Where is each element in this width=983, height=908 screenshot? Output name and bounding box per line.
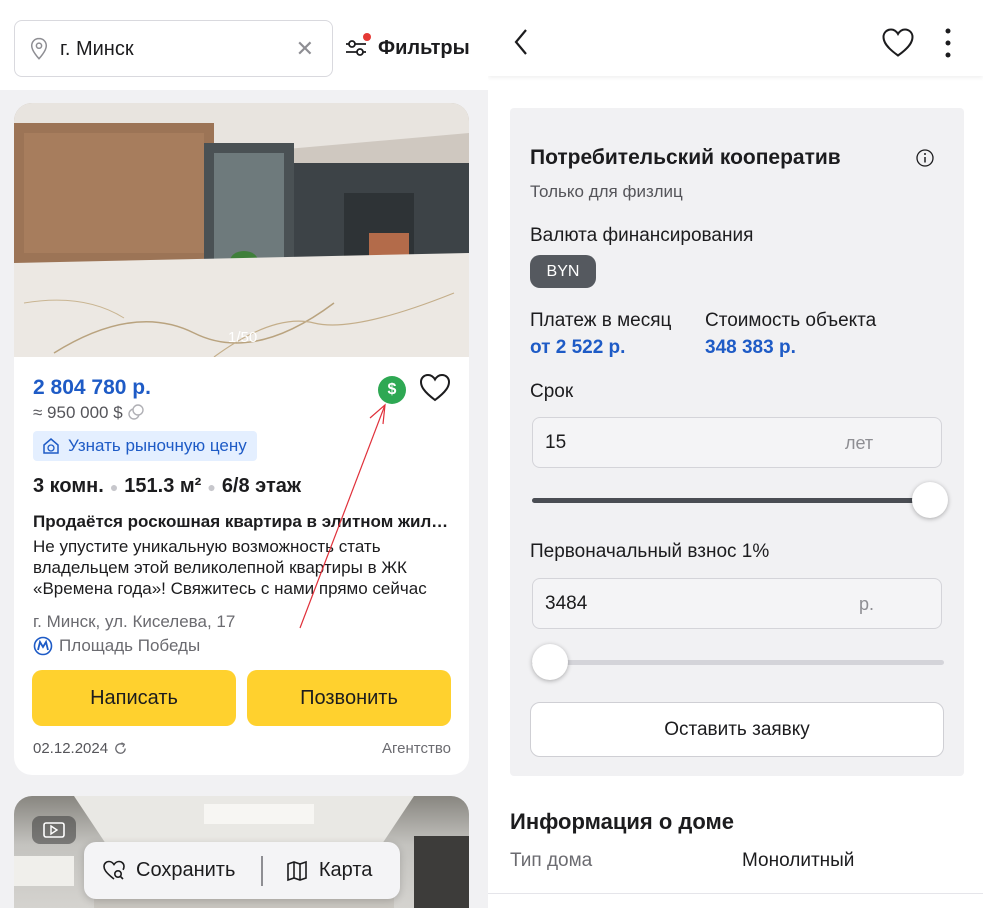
metro-station: Площадь Победы [33, 636, 200, 656]
currency-chip[interactable]: BYN [530, 255, 596, 288]
financing-panel: Потребительский кооператив Только для фи… [510, 108, 964, 776]
term-slider-thumb[interactable] [912, 482, 948, 518]
heart-search-icon [103, 860, 125, 880]
submit-application-button[interactable]: Оставить заявку [530, 702, 944, 757]
term-label: Срок [530, 381, 574, 402]
filters-label: Фильтры [378, 36, 470, 59]
metro-icon [33, 636, 53, 656]
map-label: Карта [318, 859, 373, 881]
down-payment-label: Первоначальный взнос 1% [530, 541, 770, 562]
listing-date: 02.12.2024 [33, 740, 128, 757]
photo-counter: 1/50 [228, 329, 258, 346]
listing-price-usd: ≈ 950 000 $ [33, 403, 145, 423]
listing-photo[interactable]: 1/50 [14, 103, 469, 357]
term-unit: лет [845, 433, 874, 453]
down-payment-slider[interactable] [532, 644, 944, 680]
divider [261, 855, 263, 886]
listing-price: 2 804 780 р. [33, 376, 151, 399]
divider [488, 893, 983, 894]
house-price-icon [43, 438, 59, 454]
area: 151.3 м² [124, 475, 202, 497]
search-bar-area: г. Минск ✕ Фильтры [0, 0, 488, 90]
currency-coins-icon[interactable] [127, 403, 145, 421]
object-cost-label: Стоимость объекта [705, 310, 877, 331]
down-payment-input[interactable]: 3484 р. [532, 578, 942, 629]
write-button[interactable]: Написать [32, 670, 236, 726]
map-button[interactable]: Карта [285, 859, 373, 883]
monthly-payment-label: Платеж в месяц [530, 310, 672, 331]
video-badge-icon [32, 816, 76, 844]
listing-address: г. Минск, ул. Киселева, 17 [33, 612, 236, 631]
save-label: Сохранить [136, 859, 236, 881]
house-type-value: Монолитный [742, 850, 855, 871]
listing-params: 3 комн. ● 151.3 м² ● 6/8 этаж [33, 475, 302, 497]
filters-icon [344, 33, 371, 60]
down-payment-unit: р. [859, 594, 875, 614]
listing-description: Не упустите уникальную возможность стать… [33, 537, 427, 598]
house-info-heading: Информация о доме [510, 809, 735, 834]
term-value: 15 [545, 432, 567, 453]
listing-card[interactable]: 1/50 2 804 780 р. ≈ 950 000 $ $ Узнать р… [14, 103, 469, 775]
back-arrow-icon[interactable] [510, 26, 534, 58]
market-price-button[interactable]: Узнать рыночную цену [33, 431, 257, 461]
listing-pane: г. Минск ✕ Фильтры 1/50 2 804 780 р. ≈ 9… [0, 0, 488, 908]
dollar-badge-icon[interactable]: $ [378, 376, 406, 404]
refresh-icon [115, 742, 126, 754]
favorite-heart-icon[interactable] [419, 373, 451, 403]
currency-label: Валюта финансирования [530, 225, 754, 246]
location-search-field[interactable]: г. Минск ✕ [14, 20, 333, 77]
listing-title: Продаётся роскошная квартира в элитном ж… [33, 512, 458, 531]
apartment-interior-image [14, 103, 469, 357]
filters-active-dot [363, 33, 371, 41]
map-icon [287, 860, 307, 881]
search-city-value: г. Минск [60, 38, 134, 60]
down-payment-value: 3484 [545, 593, 588, 614]
down-payment-slider-thumb[interactable] [532, 644, 568, 680]
filters-button[interactable]: Фильтры [344, 33, 470, 63]
term-input[interactable]: 15 лет [532, 417, 942, 468]
seller-type: Агентство [382, 740, 451, 757]
bottom-actions-bar: Сохранить Карта [84, 842, 400, 899]
info-icon[interactable] [915, 148, 935, 168]
metro-station-name: Площадь Победы [59, 636, 201, 655]
object-cost-value: 348 383 р. [705, 337, 796, 358]
save-search-button[interactable]: Сохранить [102, 859, 235, 883]
listing-date-value: 02.12.2024 [33, 740, 109, 757]
financing-title: Потребительский кооператив [530, 146, 841, 169]
house-type-label: Тип дома [510, 850, 593, 871]
listing-details-pane: Потребительский кооператив Только для фи… [488, 0, 983, 908]
term-slider[interactable] [532, 482, 948, 518]
price-usd-value: ≈ 950 000 $ [33, 403, 123, 422]
financing-subtitle: Только для физлиц [530, 182, 683, 201]
more-options-icon[interactable] [940, 26, 956, 60]
favorite-heart-icon[interactable] [881, 27, 915, 59]
floor: 6/8 этаж [221, 475, 302, 497]
market-price-label: Узнать рыночную цену [68, 436, 247, 455]
details-top-bar [488, 0, 983, 76]
monthly-payment-value: от 2 522 р. [530, 337, 626, 358]
call-button[interactable]: Позвонить [247, 670, 451, 726]
term-slider-fill [532, 498, 930, 503]
rooms: 3 комн. [33, 475, 104, 497]
clear-icon[interactable]: ✕ [296, 37, 314, 61]
location-pin-icon [30, 37, 48, 60]
